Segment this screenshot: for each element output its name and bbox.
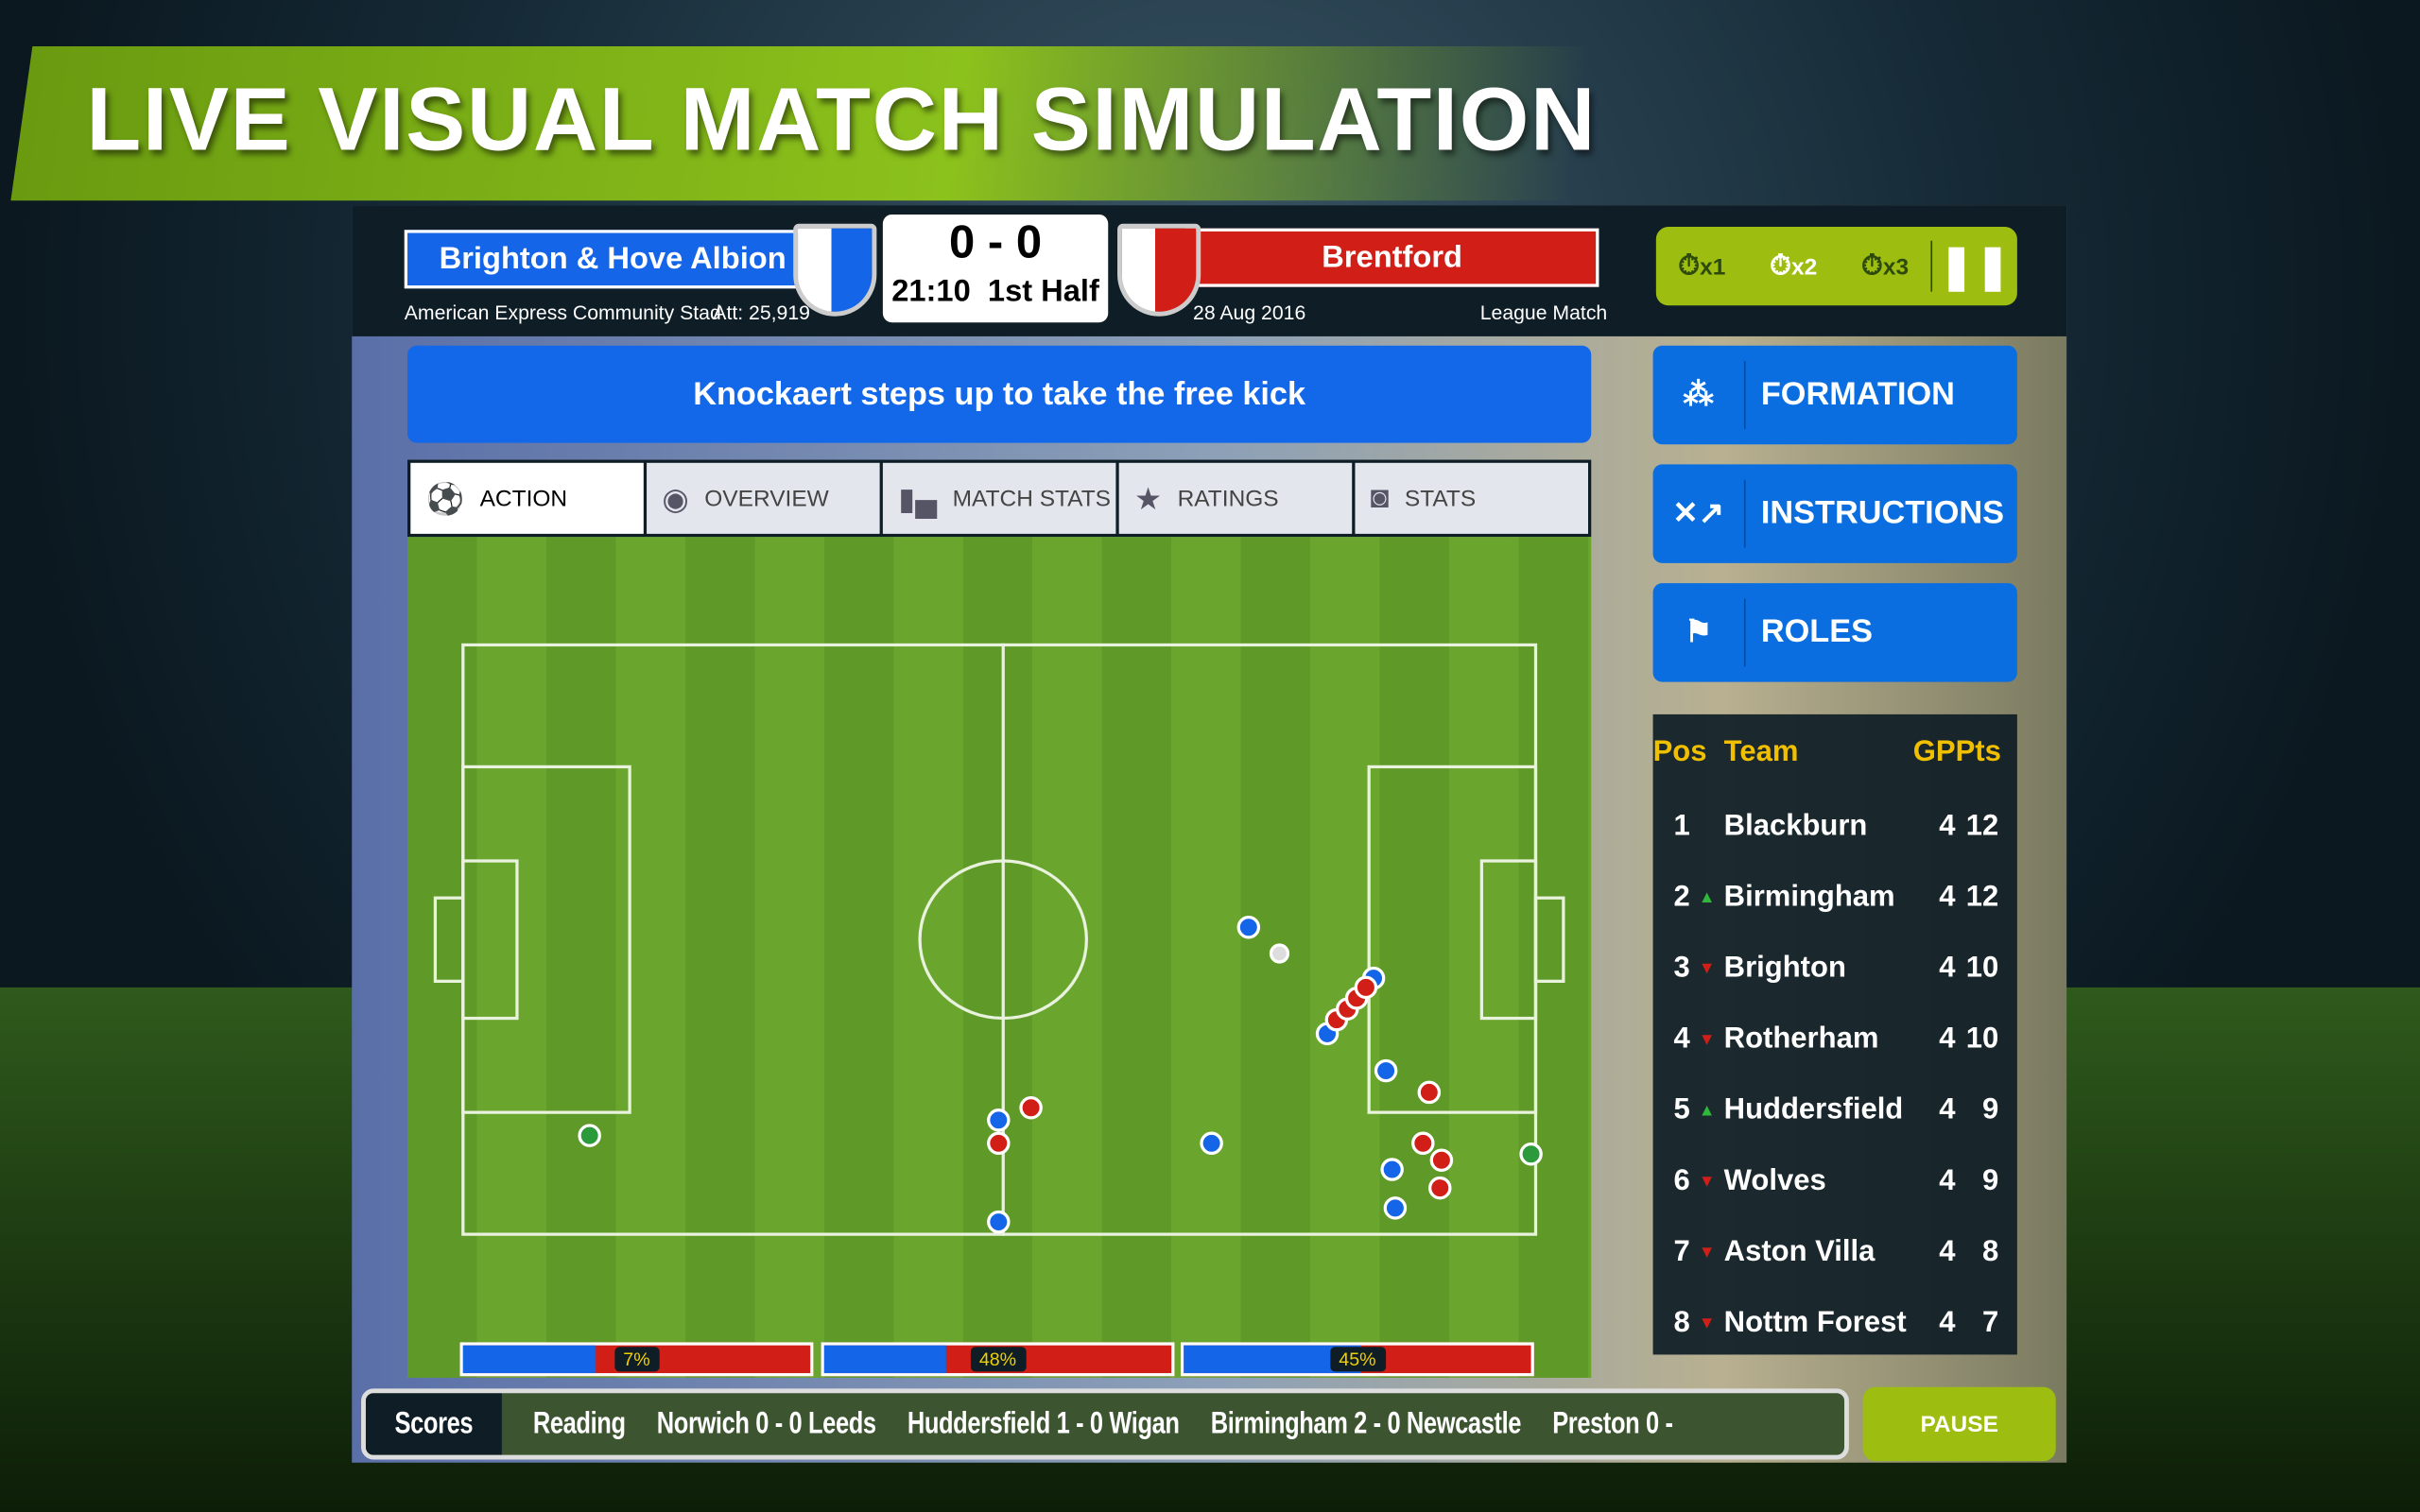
ticker-item: Norwich 0 - 0 Leeds [656, 1406, 876, 1441]
trend-down-icon: ▼ [1698, 1314, 1716, 1333]
game-screen: LIVE VISUAL MATCH SIMULATION Brighton & … [0, 0, 2420, 1512]
ticker-item: Preston 0 - [1552, 1406, 1673, 1441]
away-player [1428, 1176, 1452, 1200]
trend-up-icon: ▲ [1698, 1101, 1716, 1121]
stat-bar: 48% [821, 1342, 1175, 1377]
score-box: 0 - 0 21:10 1st Half [882, 214, 1109, 323]
table-row: 1 Blackburn 4 12 [1673, 810, 1999, 843]
match-panel: Brighton & Hove Albion American Express … [352, 205, 2067, 1463]
attendance: Att: 25,919 [713, 301, 810, 324]
table-header: Pos Team GP Pts [1652, 735, 2001, 769]
score: 0 - 0 [949, 217, 1043, 269]
away-goalkeeper [1519, 1142, 1543, 1166]
star-icon: ★ [1133, 482, 1163, 517]
away-player [1019, 1095, 1043, 1120]
scoreboard: Brighton & Hove Albion American Express … [352, 205, 2067, 336]
pause-button[interactable]: PAUSE [1862, 1386, 2056, 1462]
player-stats-icon: ◙ [1370, 480, 1390, 515]
tab-stats[interactable]: ◙ STATS [1355, 462, 1588, 534]
formation-button[interactable]: ⁂ FORMATION [1652, 345, 2017, 445]
tab-ratings[interactable]: ★ RATINGS [1118, 462, 1353, 534]
commentary-banner: Knockaert steps up to take the free kick [407, 345, 1592, 443]
away-crest [1117, 223, 1201, 317]
trend-up-icon: ▲ [1698, 888, 1716, 907]
speed-controls: ⏱x1 ⏱x2 ⏱x3 ❚❚ [1655, 226, 2017, 306]
away-player [1354, 975, 1378, 1000]
table-row: 4 ▼ Rotherham 4 10 [1673, 1022, 1999, 1056]
home-goalkeeper [578, 1124, 601, 1147]
table-row: 3 ▼ Brighton 4 10 [1673, 952, 1999, 985]
ticker-item: Huddersfield 1 - 0 Wigan [907, 1406, 1180, 1441]
table-row: 2 ▲ Birmingham 4 12 [1673, 881, 1999, 914]
home-player [1383, 1196, 1408, 1220]
stat-bar: 7% [459, 1342, 814, 1377]
table-row: 8 ▼ Nottm Forest 4 7 [1673, 1306, 1999, 1340]
away-player [1429, 1148, 1454, 1172]
trend-down-icon: ▼ [1698, 1172, 1716, 1192]
ball [1269, 943, 1290, 964]
ticker-item: Birmingham 2 - 0 Newcastle [1210, 1406, 1522, 1441]
match-clock: 21:10 [891, 274, 971, 309]
tab-match-stats[interactable]: ▮▄ MATCH STATS [882, 462, 1116, 534]
roles-button[interactable]: ⚑ ROLES [1652, 583, 2017, 682]
scores-ticker: Scores Reading Norwich 0 - 0 Leeds Hudde… [361, 1388, 1849, 1460]
trend-down-icon: ▼ [1698, 1243, 1716, 1263]
banner-title: LIVE VISUAL MATCH SIMULATION [86, 69, 1598, 170]
home-player [1200, 1131, 1223, 1156]
home-player [1236, 915, 1261, 939]
kicker-icon: ⚽ [425, 482, 465, 517]
trend-down-icon: ▼ [1698, 1030, 1716, 1050]
speed-x1-button[interactable]: ⏱x1 [1656, 249, 1748, 282]
trend-down-icon: ▼ [1698, 959, 1716, 979]
league-table: Pos Team GP Pts 1 Blackburn 4 12 2 ▲ Birmingham 4 1… [1652, 713, 2017, 1355]
away-team-name: Brentford [1184, 228, 1599, 287]
corner-flag-icon: ⚑ [1653, 598, 1746, 667]
away-player [1417, 1080, 1442, 1105]
match-period: 1st Half [987, 274, 1099, 309]
speed-x2-button[interactable]: ⏱x2 [1748, 249, 1840, 282]
instructions-button[interactable]: ✕↗ INSTRUCTIONS [1652, 464, 2017, 563]
table-row: 6 ▼ Wolves 4 9 [1673, 1164, 1999, 1197]
stat-bar: 45% [1180, 1342, 1534, 1377]
home-player [1374, 1058, 1398, 1083]
speed-x3-button[interactable]: ⏱x3 [1840, 249, 1931, 282]
stadium: American Express Community Stad [404, 301, 721, 324]
eye-icon: ◉ [662, 482, 689, 517]
bar-chart-icon: ▮▄ [898, 482, 938, 517]
home-fill [462, 1345, 596, 1374]
home-team-name: Brighton & Hove Albion [404, 230, 821, 289]
home-player [1380, 1158, 1404, 1181]
tab-action[interactable]: ⚽ ACTION [410, 462, 644, 534]
table-row: 5 ▲ Huddersfield 4 9 [1673, 1093, 1999, 1126]
tactics-icon: ✕↗ [1653, 479, 1746, 548]
tab-overview[interactable]: ◉ OVERVIEW [647, 462, 880, 534]
ticker-item: Reading [532, 1406, 626, 1441]
table-row: 7 ▼ Aston Villa 4 8 [1673, 1235, 1999, 1269]
match-date: 28 Aug 2016 [1193, 301, 1306, 324]
view-tabs: ⚽ ACTION ◉ OVERVIEW ▮▄ MATCH STATS ★ RATINGS… [407, 459, 1592, 538]
pitch-view [407, 537, 1592, 1378]
pause-icon-button[interactable]: ❚❚ [1930, 240, 2016, 292]
home-player [987, 1210, 1011, 1234]
formation-icon: ⁂ [1653, 361, 1746, 429]
away-player [987, 1131, 1011, 1156]
away-player [1411, 1131, 1435, 1156]
match-type: League Match [1479, 301, 1608, 324]
home-player [987, 1108, 1011, 1132]
home-fill [823, 1345, 946, 1374]
scores-label: Scores [365, 1393, 502, 1455]
